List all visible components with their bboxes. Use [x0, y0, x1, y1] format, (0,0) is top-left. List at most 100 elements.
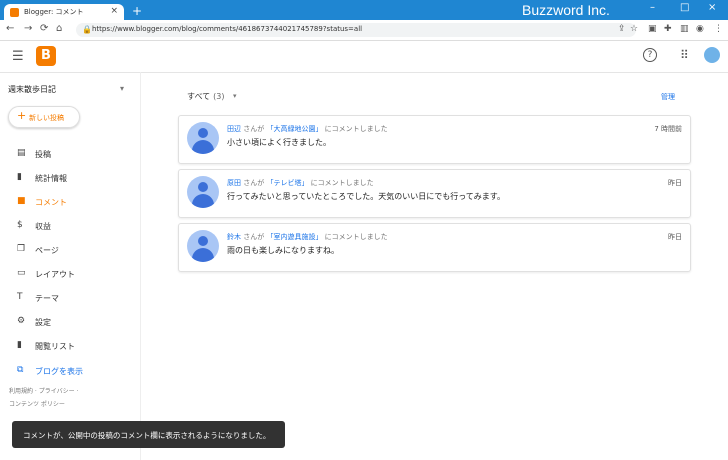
sidebar-item-stats[interactable]: ▮ 統計情報 [0, 167, 140, 189]
comment-card[interactable]: 田辺 さんが 「大高緑地公園」 にコメントしました 7 時間前 小さい頃によく行… [178, 115, 691, 164]
new-tab-icon[interactable]: + [132, 5, 142, 17]
url-text: https://www.blogger.com/blog/comments/46… [92, 25, 363, 33]
comment-time: 7 時間前 [654, 125, 682, 133]
view-blog-link[interactable]: ⧉ ブログを表示 [0, 360, 140, 382]
new-post-label: 新しい投稿 [29, 114, 64, 122]
blog-dropdown-icon[interactable]: ▾ [120, 84, 124, 93]
sidebar-item-earnings[interactable]: $ 収益 [0, 215, 140, 237]
sidebar-item-pages[interactable]: ❐ ページ [0, 239, 140, 261]
posts-icon: ▤ [17, 148, 26, 158]
help-icon[interactable]: ? [643, 48, 657, 62]
comment-post-link[interactable]: 「テレビ塔」 [266, 179, 308, 187]
earnings-icon: $ [17, 220, 23, 230]
comment-text: 小さい頃によく行きました。 [227, 138, 331, 147]
filter-dropdown-icon[interactable]: ▾ [233, 92, 237, 100]
sidebar-item-posts[interactable]: ▤ 投稿 [0, 143, 140, 165]
maximize-icon[interactable]: □ [680, 2, 689, 13]
footer-links-line2[interactable]: コンテンツ ポリシー [9, 399, 65, 408]
comment-meta-suffix: にコメントしました [308, 179, 374, 187]
comment-author[interactable]: 原田 [227, 179, 241, 187]
sidebar: 週末散歩日記 ▾ + 新しい投稿 ▤ 投稿 ▮ 統計情報 ■ コメント $ 収益… [0, 72, 141, 460]
comment-meta: 鈴木 さんが 「室内遊具施設」 にコメントしました [227, 232, 388, 242]
sidebar-item-label: 統計情報 [35, 174, 67, 183]
comment-author[interactable]: 田辺 [227, 125, 241, 133]
browser-chrome: Blogger: コメント × + Buzzword Inc. – □ × ← … [0, 0, 728, 41]
blogger-favicon-icon [10, 8, 19, 17]
sidebar-item-reading-list[interactable]: ▮ 閲覧リスト [0, 335, 140, 357]
profile-icon[interactable]: ◉ [696, 24, 704, 34]
comment-time: 昨日 [668, 179, 682, 187]
menu-dots-icon[interactable]: ⋮ [714, 24, 723, 34]
sidebar-item-label: 閲覧リスト [35, 342, 75, 351]
comments-icon: ■ [17, 196, 26, 206]
comment-meta-text: さんが [241, 125, 267, 133]
home-icon[interactable]: ⌂ [56, 23, 62, 34]
sidebar-item-comments[interactable]: ■ コメント [0, 191, 140, 213]
address-bar: ← → ⟳ ⌂ 🔒 https://www.blogger.com/blog/c… [0, 20, 728, 41]
sidebar-item-theme[interactable]: T テーマ [0, 287, 140, 309]
bookmark-star-icon[interactable]: ☆ [630, 24, 638, 34]
sidebar-item-settings[interactable]: ⚙ 設定 [0, 311, 140, 333]
blog-name[interactable]: 週末散歩日記 [8, 84, 56, 95]
comment-text: 行ってみたいと思っていたところでした。天気のいい日にでも行ってみます。 [227, 192, 505, 201]
reload-icon[interactable]: ⟳ [40, 23, 48, 34]
apps-grid-icon[interactable]: ⠿ [680, 48, 689, 62]
theme-icon: T [17, 292, 23, 302]
comment-meta-suffix: にコメントしました [322, 125, 388, 133]
commenter-avatar-icon [187, 176, 219, 208]
pages-icon: ❐ [17, 244, 26, 254]
comment-text: 雨の日も楽しみになりますね。 [227, 246, 339, 255]
comment-meta: 田辺 さんが 「大高緑地公園」 にコメントしました [227, 124, 388, 134]
new-post-button[interactable]: + 新しい投稿 [8, 106, 80, 128]
comment-time: 昨日 [668, 233, 682, 241]
view-blog-label: ブログを表示 [35, 367, 83, 376]
filter-select[interactable]: すべて (3) [187, 91, 224, 102]
layout-icon: ▭ [17, 268, 26, 278]
url-field[interactable]: 🔒 https://www.blogger.com/blog/comments/… [76, 23, 636, 37]
commenter-avatar-icon [187, 122, 219, 154]
browser-tab[interactable]: Blogger: コメント × [4, 4, 124, 20]
close-window-icon[interactable]: × [708, 2, 716, 13]
footer-links-line1[interactable]: 利用規約 · プライバシー · [9, 386, 78, 395]
blogger-logo[interactable]: B [36, 46, 56, 66]
settings-icon: ⚙ [17, 316, 26, 326]
filter-count: (3) [213, 92, 225, 101]
snackbar-toast: コメントが、公開中の投稿のコメント欄に表示されるようになりました。 [12, 421, 285, 448]
comment-meta: 原田 さんが 「テレビ塔」 にコメントしました [227, 178, 374, 188]
manage-link[interactable]: 管理 [661, 92, 675, 102]
puzzle-icon[interactable]: ✚ [664, 24, 672, 34]
account-avatar[interactable] [704, 47, 720, 63]
sidebar-item-label: ページ [35, 246, 59, 255]
sidepanel-icon[interactable]: ▥ [680, 24, 689, 34]
back-icon[interactable]: ← [6, 23, 14, 34]
tab-title: Blogger: コメント [24, 8, 84, 16]
comment-card[interactable]: 鈴木 さんが 「室内遊具施設」 にコメントしました 昨日 雨の日も楽しみになりま… [178, 223, 691, 272]
extension-icon[interactable]: ▣ [648, 24, 657, 34]
stats-icon: ▮ [17, 172, 22, 182]
toast-message: コメントが、公開中の投稿のコメント欄に表示されるようになりました。 [23, 431, 271, 440]
sidebar-item-layout[interactable]: ▭ レイアウト [0, 263, 140, 285]
comment-meta-text: さんが [241, 179, 267, 187]
comment-author[interactable]: 鈴木 [227, 233, 241, 241]
commenter-avatar-icon [187, 230, 219, 262]
close-tab-icon[interactable]: × [110, 6, 118, 16]
comment-post-link[interactable]: 「大高緑地公園」 [266, 125, 322, 133]
comment-meta-suffix: にコメントしました [322, 233, 388, 241]
plus-icon: + [17, 109, 27, 122]
sidebar-item-label: レイアウト [35, 270, 75, 279]
reading-list-icon: ▮ [17, 340, 22, 350]
main-content: すべて (3) ▾ 管理 田辺 さんが 「大高緑地公園」 にコメントしました 7 … [141, 72, 728, 460]
filter-label: すべて [187, 92, 211, 101]
app-bar: ☰ B ? ⠿ [0, 41, 728, 73]
lock-icon: 🔒 [82, 25, 92, 34]
minimize-icon[interactable]: – [650, 2, 655, 13]
sidebar-item-label: 設定 [35, 318, 51, 327]
hamburger-menu-icon[interactable]: ☰ [12, 49, 24, 64]
share-icon[interactable]: ⇪ [618, 24, 626, 34]
open-external-icon: ⧉ [17, 365, 24, 375]
sidebar-item-label: テーマ [35, 294, 59, 303]
comment-post-link[interactable]: 「室内遊具施設」 [266, 233, 322, 241]
sidebar-item-label: 収益 [35, 222, 51, 231]
forward-icon[interactable]: → [24, 23, 32, 34]
comment-card[interactable]: 原田 さんが 「テレビ塔」 にコメントしました 昨日 行ってみたいと思っていたと… [178, 169, 691, 218]
